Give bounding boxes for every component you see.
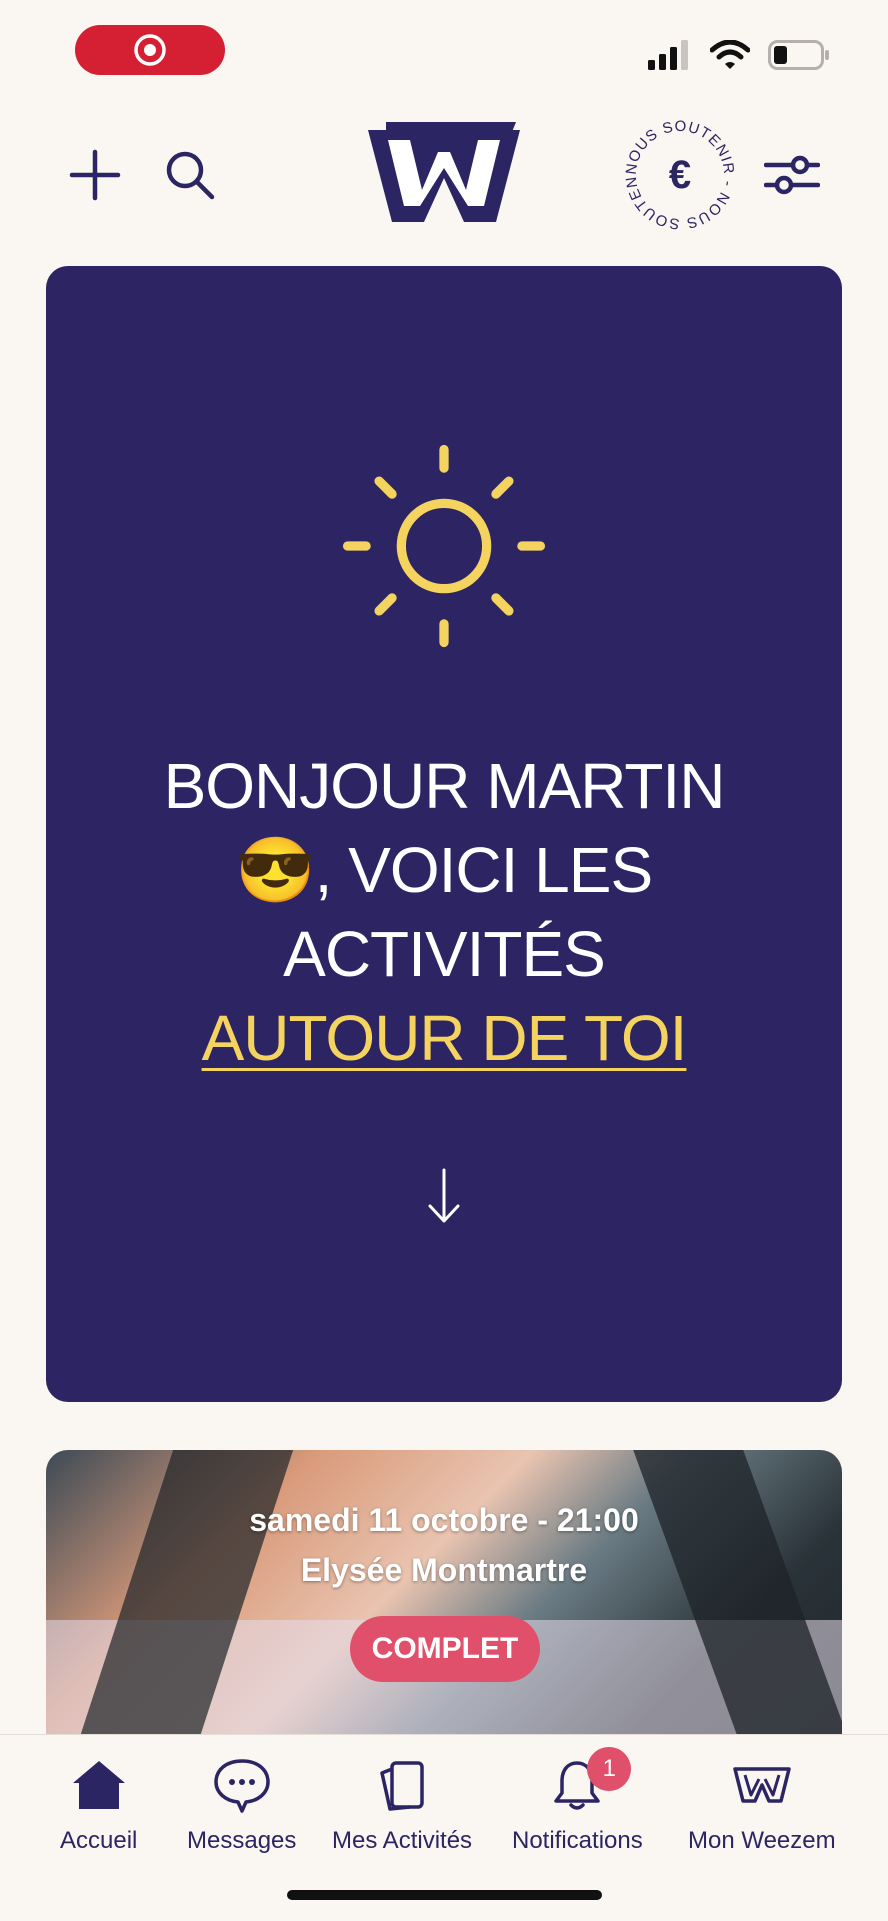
sun-icon — [342, 444, 546, 648]
battery-icon — [768, 40, 829, 70]
event-venue: Elysée Montmartre — [300, 1552, 588, 1588]
nav-item-mes-activites[interactable]: Mes Activités — [332, 1755, 472, 1855]
status-bar — [0, 0, 888, 110]
welcome-card: BONJOUR MARTIN 😎, VOICI LES ACTIVITÉS AU… — [46, 266, 842, 1402]
system-icons — [648, 40, 830, 70]
sunglasses-emoji: 😎 — [235, 834, 316, 906]
home-icon — [72, 1761, 125, 1809]
add-activity-button[interactable] — [65, 145, 125, 205]
nav-label: Accueil — [60, 1827, 138, 1854]
support-badge-icon: NOUS SOUTENIR - NOUS SOUTENIR - € — [620, 115, 736, 232]
weezem-logo-icon — [733, 1767, 791, 1803]
status-badge: COMPLET — [350, 1616, 540, 1682]
cellular-signal-icon — [648, 40, 688, 70]
screen-recording-indicator[interactable] — [75, 25, 225, 75]
search-button[interactable] — [160, 145, 220, 205]
nav-label: Notifications — [512, 1827, 643, 1854]
event-date: samedi 11 octobre - 21:00 — [249, 1502, 639, 1538]
home-indicator[interactable] — [287, 1890, 602, 1900]
svg-text:€: € — [669, 153, 691, 197]
nearby-activities-link[interactable]: AUTOUR DE TOI — [202, 1002, 688, 1074]
plus-icon — [69, 149, 121, 201]
notification-count-badge: 1 — [587, 1747, 632, 1791]
weezem-logo-icon — [368, 122, 520, 222]
app-logo[interactable] — [366, 120, 522, 232]
search-icon — [166, 151, 215, 200]
nav-label: Messages — [187, 1827, 297, 1854]
sliders-icon — [764, 155, 820, 195]
greeting-line-2: 😎, VOICI LES — [235, 834, 653, 906]
greeting-line-1: BONJOUR MARTIN — [163, 750, 726, 822]
nav-label: Mon Weezem — [688, 1827, 836, 1854]
wifi-icon — [710, 40, 750, 69]
welcome-message: BONJOUR MARTIN 😎, VOICI LES ACTIVITÉS AU… — [86, 744, 802, 1080]
record-icon — [134, 34, 166, 66]
nav-item-mon-weezem[interactable]: Mon Weezem — [688, 1755, 836, 1855]
greeting-line-3: ACTIVITÉS — [283, 918, 606, 990]
filter-button[interactable] — [762, 150, 822, 200]
support-us-button[interactable]: NOUS SOUTENIR - NOUS SOUTENIR - € — [620, 115, 740, 235]
event-card[interactable]: samedi 11 octobre - 21:00 Elysée Montmar… — [46, 1450, 842, 1740]
cards-icon — [380, 1761, 424, 1811]
nav-label: Mes Activités — [332, 1827, 473, 1854]
nav-item-accueil[interactable]: Accueil — [60, 1755, 137, 1855]
app-header: NOUS SOUTENIR - NOUS SOUTENIR - € — [0, 110, 888, 260]
arrow-down-icon[interactable] — [424, 1166, 464, 1226]
nav-item-notifications[interactable]: 1 Notifications — [512, 1747, 643, 1855]
chat-icon — [213, 1759, 270, 1813]
nav-item-messages[interactable]: Messages — [187, 1755, 296, 1855]
